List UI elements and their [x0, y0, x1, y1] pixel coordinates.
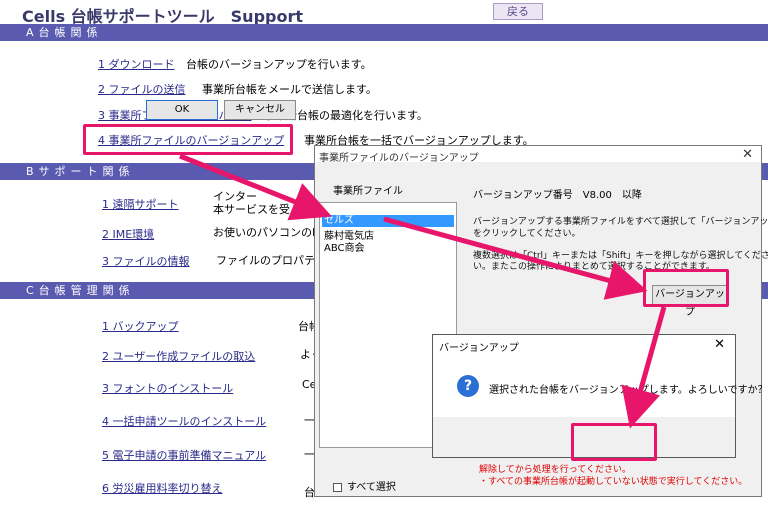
question-icon: ? [457, 375, 479, 397]
menu-remote-support-link[interactable]: 1 遠隔サポート [102, 198, 179, 211]
menu-send-file-link[interactable]: 2 ファイルの送信 [98, 83, 186, 96]
menu-download-desc: 台帳のバージョンアップを行います。 [186, 58, 372, 71]
menu-backup[interactable]: 1 バックアップ [102, 318, 179, 334]
menu-import-link[interactable]: 2 ユーザー作成ファイルの取込 [102, 350, 255, 363]
footer-note-2: ・すべての事業所台帳が起動していない状態で実行してください。 [479, 477, 748, 487]
menu-send-file-desc: 事業所台帳をメールで送信します。 [202, 83, 377, 96]
select-all-checkbox[interactable]: すべて選択 [333, 478, 396, 493]
close-icon[interactable]: ✕ [742, 147, 753, 162]
menu-manual[interactable]: 5 電子申請の事前準備マニュアル [102, 447, 266, 463]
menu-manual-link[interactable]: 5 電子申請の事前準備マニュアル [102, 449, 266, 462]
menu-backup-link[interactable]: 1 バックアップ [102, 320, 179, 333]
menu-download[interactable]: 1 ダウンロード [98, 56, 175, 72]
menu-batch-tool-link[interactable]: 4 一括申請ツールのインストール [102, 415, 266, 428]
section-a-header: A台帳関係 [0, 24, 768, 41]
menu-import[interactable]: 2 ユーザー作成ファイルの取込 [102, 348, 255, 364]
menu-font-install[interactable]: 3 フォントのインストール [102, 380, 233, 396]
list-item[interactable]: ABC商会 [322, 243, 454, 255]
menu-batch-tool[interactable]: 4 一括申請ツールのインストール [102, 413, 266, 429]
menu-font-install-link[interactable]: 3 フォントのインストール [102, 382, 233, 395]
menu-remote-support[interactable]: 1 遠隔サポート [102, 196, 179, 212]
instruction-text-2: をクリックしてください。 [473, 229, 581, 239]
menu-file-info-link[interactable]: 3 ファイルの情報 [102, 255, 190, 268]
checkbox-icon[interactable] [333, 482, 342, 492]
menu-rate-switch-link[interactable]: 6 労災雇用料率切り替え [102, 482, 223, 495]
highlight-version-up-button [643, 269, 729, 307]
confirm-dialog-title: バージョンアップ [439, 343, 519, 354]
highlight-ok-button [571, 423, 657, 461]
highlight-version-up [83, 124, 293, 155]
close-icon[interactable]: ✕ [714, 337, 725, 352]
list-item[interactable]: 藤村電気店 [322, 231, 454, 243]
back-button[interactable]: 戻る [493, 3, 543, 20]
ok-button[interactable]: OK [146, 100, 218, 120]
menu-file-info[interactable]: 3 ファイルの情報 [102, 253, 190, 269]
menu-send-file[interactable]: 2 ファイルの送信 [98, 81, 186, 97]
menu-remote-support-desc-2: 本サービスを受 [213, 203, 290, 216]
menu-ime[interactable]: 2 IME環境 [102, 226, 154, 242]
file-list-label: 事業所ファイル [333, 186, 403, 197]
menu-download-link[interactable]: 1 ダウンロード [98, 58, 175, 71]
menu-ime-desc: お使いのパソコンのIM [213, 226, 325, 239]
version-number-label: バージョンアップ番号 V8.00 以降 [473, 190, 642, 201]
app-header: Cells 台帳サポートツール Support 戻る [0, 0, 768, 26]
cancel-button[interactable]: キャンセル [224, 100, 296, 120]
menu-rate-switch[interactable]: 6 労災雇用料率切り替え [102, 480, 223, 496]
select-all-label: すべて選択 [347, 482, 396, 493]
menu-ime-link[interactable]: 2 IME環境 [102, 228, 154, 241]
list-item[interactable]: セルズ [322, 215, 454, 227]
confirm-message: 選択された台帳をバージョンアップします。よろしいですか？ [489, 385, 768, 396]
